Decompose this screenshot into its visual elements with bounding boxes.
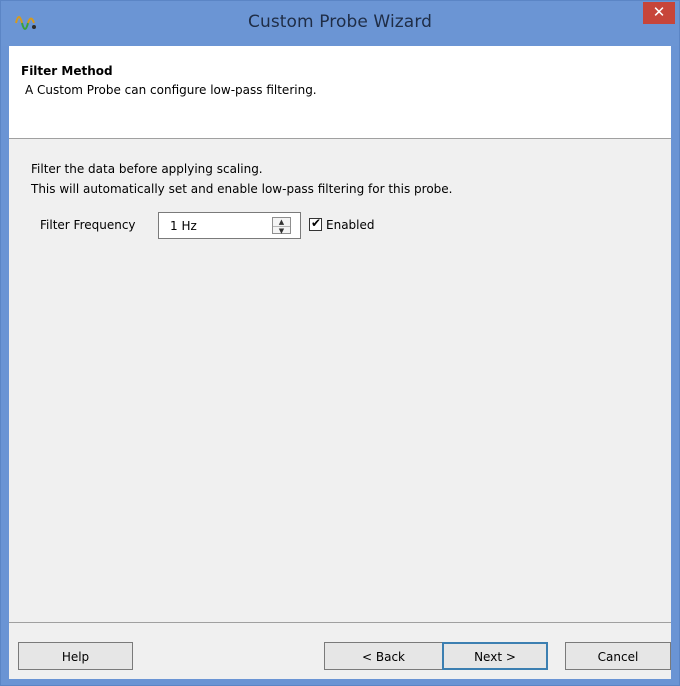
- description-line-2: This will automatically set and enable l…: [31, 182, 453, 196]
- checkmark-icon: ✔: [311, 216, 322, 230]
- help-button[interactable]: Help: [18, 642, 133, 670]
- enabled-label[interactable]: Enabled: [326, 218, 375, 232]
- close-icon: ✕: [652, 3, 666, 21]
- spin-up-icon[interactable]: ▲: [273, 218, 290, 226]
- close-button[interactable]: ✕: [643, 2, 675, 24]
- title-bar[interactable]: Custom Probe Wizard ✕: [1, 1, 679, 46]
- back-button[interactable]: < Back: [324, 642, 443, 670]
- window-title: Custom Probe Wizard: [247, 12, 433, 32]
- page-subtitle: A Custom Probe can configure low-pass fi…: [25, 83, 317, 97]
- spin-down-icon[interactable]: ▼: [273, 226, 290, 235]
- page-title: Filter Method: [21, 64, 113, 78]
- frequency-spinner[interactable]: ▲ ▼: [272, 217, 291, 235]
- next-button[interactable]: Next >: [442, 642, 548, 670]
- cancel-button[interactable]: Cancel: [565, 642, 671, 670]
- filter-frequency-input[interactable]: 1 Hz ▲ ▼: [158, 212, 301, 239]
- filter-frequency-label: Filter Frequency: [40, 218, 136, 232]
- filter-frequency-value: 1 Hz: [170, 219, 197, 233]
- wizard-window: Custom Probe Wizard ✕ Filter Method A Cu…: [0, 0, 680, 686]
- description-line-1: Filter the data before applying scaling.: [31, 162, 263, 176]
- wizard-content: Filter Method A Custom Probe can configu…: [9, 46, 671, 679]
- enabled-checkbox[interactable]: ✔: [309, 216, 322, 231]
- page-header: Filter Method A Custom Probe can configu…: [9, 46, 671, 139]
- footer-divider: [9, 622, 671, 623]
